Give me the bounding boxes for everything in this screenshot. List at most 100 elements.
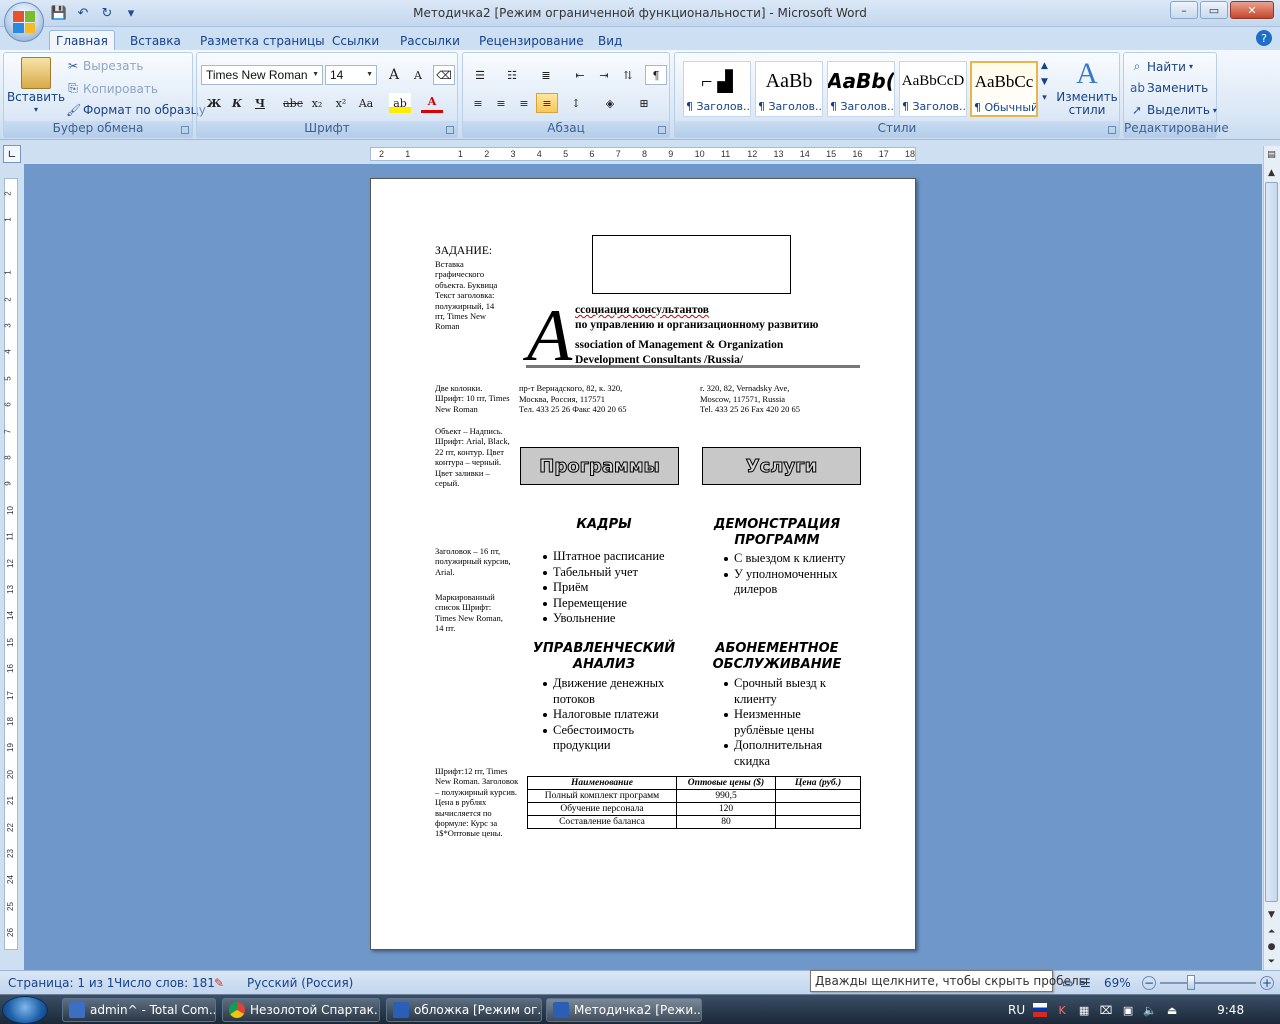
paste-button[interactable]: Вставить ▾ [7, 57, 65, 121]
align-right-icon[interactable]: ≡ [513, 93, 535, 113]
scroll-down-icon[interactable]: ▼ [1265, 908, 1278, 922]
programs-textbox[interactable]: Программы [520, 447, 679, 485]
vertical-ruler[interactable]: 2 1 1 2 3 4 5 6 7 8 9 10 11 12 13 14 15 16 17 18 19 20 21 22 23 2… [4, 178, 18, 950]
tab-home[interactable]: Главная [49, 30, 115, 51]
flag-icon[interactable] [1033, 1003, 1048, 1017]
tab-view[interactable]: Вид [592, 30, 628, 51]
superscript-button[interactable]: x² [330, 93, 352, 113]
bold-button[interactable]: Ж [203, 93, 225, 113]
font-color-icon[interactable]: A [421, 93, 443, 113]
table-cell[interactable]: 120 [676, 802, 776, 816]
strikethrough-button[interactable]: abc [282, 93, 304, 113]
undo-icon[interactable]: ↶ [74, 4, 92, 22]
tab-review[interactable]: Рецензирование [473, 30, 590, 51]
zoom-level[interactable]: 69% [1104, 976, 1131, 990]
device-icon[interactable]: ⌧ [1099, 1003, 1113, 1017]
antivirus-icon[interactable]: K [1055, 1003, 1069, 1017]
decrease-indent-icon[interactable]: ⇤ [569, 65, 591, 85]
clock[interactable]: 9:48 [1217, 1003, 1244, 1017]
browse-object-icon[interactable]: ● [1265, 940, 1278, 954]
clear-format-icon[interactable]: ⌫ [433, 65, 455, 85]
justify-icon[interactable]: ≡ [536, 93, 558, 113]
style-heading-4[interactable]: AaBbCcD ¶ Заголов... [899, 61, 967, 117]
scroll-up-icon[interactable]: ▲ [1265, 166, 1278, 180]
highlight-icon[interactable]: ab [389, 93, 411, 113]
style-heading-3[interactable]: AaBb(¶ Заголов... [827, 61, 895, 117]
network-icon[interactable]: ▣ [1121, 1003, 1135, 1017]
change-case-button[interactable]: Aa [355, 93, 377, 113]
font-family-combo[interactable]: Times New Roman ▼ [201, 65, 323, 85]
page-count[interactable]: Страница: 1 из 1 [8, 976, 114, 990]
underline-button[interactable]: Ч [249, 93, 271, 113]
shrink-font-button[interactable]: A [407, 65, 429, 85]
tab-insert[interactable]: Вставка [124, 30, 187, 51]
font-size-combo[interactable]: 14 ▼ [325, 65, 377, 85]
style-normal[interactable]: AaBbCc ¶ Обычный [970, 61, 1038, 117]
replace-button[interactable]: ab Заменить [1130, 81, 1208, 95]
language[interactable]: Русский (Россия) [247, 976, 353, 990]
minimize-button[interactable]: – [1170, 1, 1198, 19]
scroll-down-icon[interactable]: ▼ [1041, 77, 1048, 87]
table-cell[interactable]: 80 [676, 815, 776, 829]
table-cell[interactable]: Составление баланса [527, 815, 677, 829]
view-ruler-icon[interactable]: ▤ [1265, 148, 1278, 162]
taskbar-item-word-metodichka[interactable]: Методичка2 [Режи... [546, 998, 702, 1022]
change-styles-button[interactable]: A Изменить стили [1056, 57, 1118, 117]
numbering-icon[interactable]: ☷ [501, 65, 523, 85]
word-count[interactable]: Число слов: 181 [114, 976, 215, 990]
grow-font-button[interactable]: A [383, 65, 405, 85]
taskbar-item-chrome[interactable]: Незолотой Спартак.... [222, 998, 380, 1022]
app-icon[interactable]: ▦ [1077, 1003, 1091, 1017]
styles-more-icon[interactable]: ▾ [1042, 93, 1047, 103]
scrollbar-thumb[interactable] [1265, 182, 1278, 902]
previous-page-icon[interactable]: ⏶ [1265, 925, 1278, 939]
shading-icon[interactable]: ◈ [599, 93, 621, 113]
table-cell[interactable]: Полный комплект программ [527, 789, 677, 803]
document-page[interactable]: ЗАДАНИЕ: Вставка графического объекта. Б… [370, 178, 916, 950]
font-dialog-launcher-icon[interactable] [446, 126, 454, 134]
price-table[interactable]: Наименование Оптовые цены ($) Цена (руб.… [527, 776, 861, 829]
image-placeholder[interactable] [592, 235, 791, 294]
volume-icon[interactable]: 🔈 [1143, 1003, 1157, 1017]
align-center-icon[interactable]: ≡ [490, 93, 512, 113]
italic-button[interactable]: К [226, 93, 248, 113]
copy-button[interactable]: ⎘ Копировать [66, 81, 158, 96]
styles-scroll[interactable]: ▲ ▼ ▾ [1041, 61, 1048, 103]
clipboard-dialog-launcher-icon[interactable] [181, 126, 189, 134]
line-spacing-icon[interactable]: ↕ [565, 93, 587, 113]
multilevel-list-icon[interactable]: ≣ [535, 65, 557, 85]
increase-indent-icon[interactable]: ⇥ [593, 65, 615, 85]
cut-button[interactable]: ✂ Вырезать [66, 59, 144, 73]
safely-remove-icon[interactable]: ⏏ [1165, 1003, 1179, 1017]
save-icon[interactable]: 💾 [50, 4, 68, 22]
proofing-icon[interactable]: ✎ [214, 976, 224, 990]
style-heading-1[interactable]: ⌐ ▟ ¶ Заголов... [683, 61, 751, 117]
tab-selector-icon[interactable]: ∟ [3, 145, 21, 163]
table-cell[interactable]: Обучение персонала [527, 802, 677, 816]
tab-references[interactable]: Ссылки [326, 30, 385, 51]
close-button[interactable]: ✕ [1230, 1, 1274, 19]
pilcrow-icon[interactable]: ¶ [645, 65, 667, 85]
style-heading-2[interactable]: AaBb ¶ Заголов... [755, 61, 823, 117]
zoom-out-button[interactable]: − [1142, 976, 1156, 990]
language-indicator[interactable]: RU [1008, 1003, 1025, 1017]
borders-icon[interactable]: ⊞ [633, 93, 655, 113]
office-button[interactable] [4, 2, 44, 42]
paragraph-dialog-launcher-icon[interactable] [658, 126, 666, 134]
bullets-icon[interactable]: ☰ [469, 65, 491, 85]
next-page-icon[interactable]: ⏷ [1265, 955, 1278, 969]
zoom-in-button[interactable]: + [1260, 976, 1274, 990]
find-button[interactable]: ⌕ Найти ▾ [1130, 59, 1193, 74]
table-cell[interactable] [775, 789, 861, 803]
scroll-up-icon[interactable]: ▲ [1041, 61, 1048, 71]
sort-icon[interactable]: ⇅ [617, 65, 639, 85]
taskbar-item-word-cover[interactable]: обложка [Режим ог... [386, 998, 542, 1022]
maximize-button[interactable]: ▭ [1200, 1, 1228, 19]
redo-icon[interactable]: ↻ [98, 4, 116, 22]
zoom-slider-thumb[interactable] [1187, 975, 1195, 990]
table-cell[interactable] [775, 815, 861, 829]
tab-mailings[interactable]: Рассылки [394, 30, 466, 51]
table-cell[interactable]: 990,5 [676, 789, 776, 803]
styles-dialog-launcher-icon[interactable] [1108, 126, 1116, 134]
taskbar-item-total-commander[interactable]: admin^ - Total Com... [62, 998, 216, 1022]
